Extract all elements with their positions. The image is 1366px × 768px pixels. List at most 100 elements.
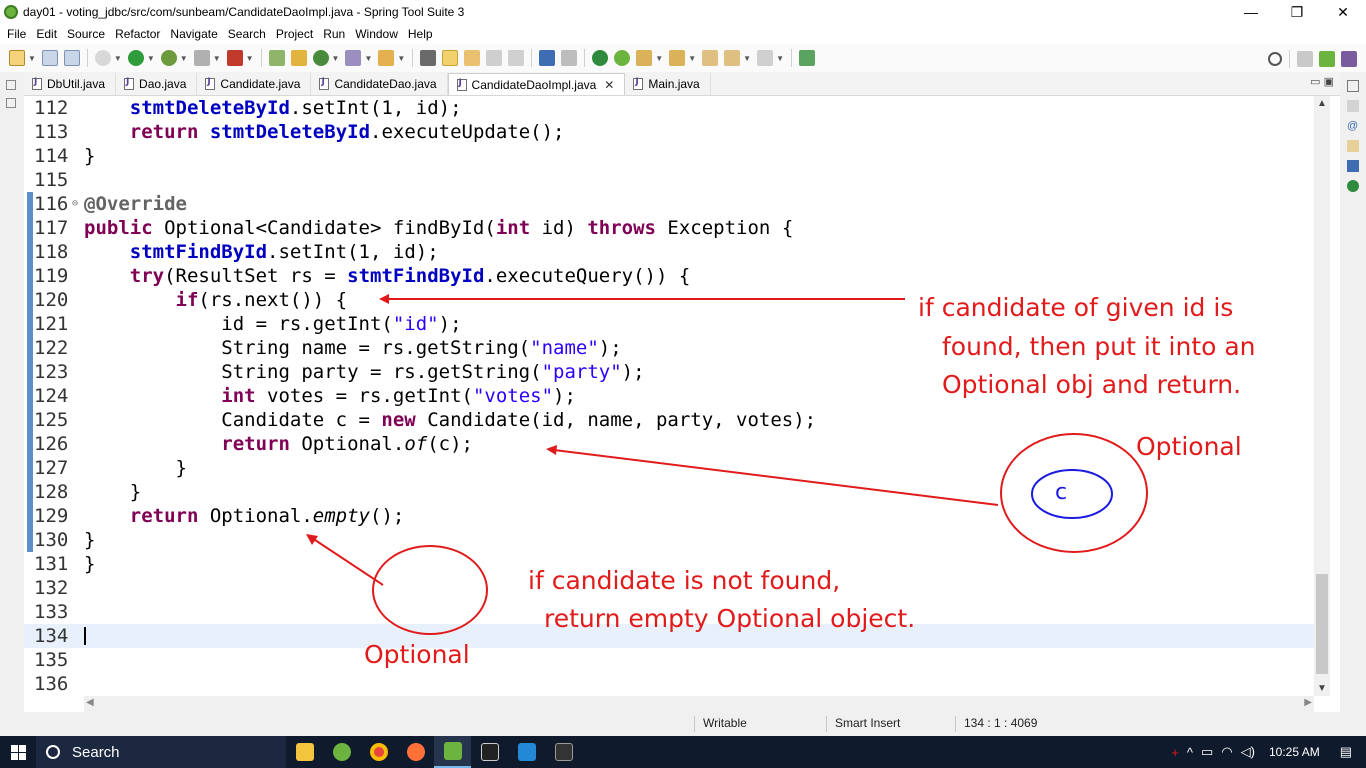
- stop-icon[interactable]: [193, 50, 210, 66]
- declaration-icon[interactable]: [1347, 140, 1359, 152]
- tab-candidatedaoimpl[interactable]: CandidateDaoImpl.java ✕: [447, 73, 626, 95]
- notification-icon[interactable]: ▤: [1340, 744, 1352, 760]
- pin-editor-icon[interactable]: [798, 50, 815, 66]
- chevron-down-icon[interactable]: ▼: [332, 54, 340, 63]
- chevron-down-icon[interactable]: ▼: [114, 54, 122, 63]
- fold-icon[interactable]: ⊖: [72, 192, 78, 216]
- window-controls: — ❐ ✕: [1228, 0, 1366, 24]
- start-button[interactable]: [0, 736, 36, 768]
- next-annotation-icon[interactable]: [636, 50, 653, 66]
- save-icon[interactable]: [41, 50, 58, 66]
- menu-file[interactable]: File: [2, 27, 31, 41]
- scroll-left-icon[interactable]: ◀: [86, 697, 94, 708]
- mark-occurrences-icon[interactable]: [442, 50, 459, 66]
- spring-icon[interactable]: [268, 50, 285, 66]
- menu-refactor[interactable]: Refactor: [110, 27, 165, 41]
- horizontal-scrollbar[interactable]: ◀ ▶: [84, 696, 1314, 712]
- tab-candidate[interactable]: Candidate.java: [197, 73, 312, 95]
- package-explorer-icon[interactable]: [6, 98, 16, 108]
- boot-dashboard-icon[interactable]: [592, 50, 609, 66]
- scroll-right-icon[interactable]: ▶: [1304, 697, 1312, 708]
- previous-annotation-icon[interactable]: [669, 50, 686, 66]
- spring-perspective-icon[interactable]: [1319, 51, 1335, 67]
- back-icon[interactable]: [724, 50, 741, 66]
- boot-dashboard-icon[interactable]: [1347, 180, 1359, 192]
- scroll-down-icon[interactable]: ▼: [1317, 683, 1327, 694]
- chevron-down-icon[interactable]: ▼: [776, 54, 784, 63]
- scrollbar-thumb[interactable]: [1316, 574, 1328, 674]
- new-class-icon[interactable]: [312, 50, 329, 66]
- last-edit-icon[interactable]: [702, 50, 719, 66]
- line-number: 134: [34, 625, 69, 647]
- forward-icon[interactable]: [757, 50, 774, 66]
- taskbar-terminal[interactable]: [471, 736, 508, 768]
- menu-source[interactable]: Source: [62, 27, 110, 41]
- menu-navigate[interactable]: Navigate: [165, 27, 222, 41]
- menu-edit[interactable]: Edit: [31, 27, 62, 41]
- restore-view-icon[interactable]: [6, 80, 16, 90]
- taskbar-chrome[interactable]: [360, 736, 397, 768]
- block-selection-icon[interactable]: [464, 50, 481, 66]
- menu-help[interactable]: Help: [403, 27, 438, 41]
- close-icon[interactable]: ✕: [604, 78, 614, 92]
- chevron-down-icon[interactable]: ▼: [246, 54, 254, 63]
- taskbar-vscode[interactable]: [508, 736, 545, 768]
- menu-project[interactable]: Project: [271, 27, 318, 41]
- open-folder-icon[interactable]: [378, 50, 395, 66]
- maximize-editor-icon[interactable]: ▭ ▣: [1310, 75, 1334, 88]
- taskbar-spring-tool-suite-active[interactable]: [434, 736, 471, 768]
- search-icon[interactable]: [561, 50, 578, 66]
- quick-search-icon[interactable]: [1268, 52, 1282, 66]
- minimize-button[interactable]: —: [1228, 0, 1274, 24]
- battery-icon[interactable]: ▭: [1201, 744, 1213, 760]
- chevron-down-icon[interactable]: ▼: [743, 54, 751, 63]
- tab-dao[interactable]: Dao.java: [116, 73, 198, 95]
- coverage-icon[interactable]: [160, 50, 177, 66]
- volume-icon[interactable]: ◁): [1241, 744, 1255, 760]
- scroll-up-icon[interactable]: ▲: [1317, 98, 1327, 109]
- outline-icon[interactable]: [1347, 100, 1359, 112]
- taskbar-firefox[interactable]: [397, 736, 434, 768]
- menu-run[interactable]: Run: [318, 27, 350, 41]
- open-perspective-icon[interactable]: [1297, 51, 1313, 67]
- show-whitespace-icon[interactable]: [508, 50, 525, 66]
- chevron-down-icon[interactable]: ▼: [364, 54, 372, 63]
- chevron-down-icon[interactable]: ▼: [28, 54, 36, 63]
- taskbar-spring-tool-suite[interactable]: [323, 736, 360, 768]
- javadoc-icon[interactable]: @: [1347, 120, 1359, 132]
- wifi-icon[interactable]: ◠: [1221, 744, 1232, 760]
- save-all-icon[interactable]: [63, 50, 80, 66]
- java-perspective-icon[interactable]: [1341, 51, 1357, 67]
- chevron-up-icon[interactable]: ^: [1187, 745, 1193, 760]
- tab-dbutil[interactable]: DbUtil.java: [24, 73, 117, 95]
- open-type-icon[interactable]: [345, 50, 362, 66]
- new-icon[interactable]: [9, 50, 25, 66]
- vertical-scrollbar[interactable]: ▲ ▼: [1314, 96, 1330, 696]
- spring-boot-icon[interactable]: [614, 50, 631, 66]
- external-tools-icon[interactable]: [226, 50, 243, 66]
- chevron-down-icon[interactable]: ▼: [655, 54, 663, 63]
- tab-main[interactable]: Main.java: [625, 73, 711, 95]
- close-button[interactable]: ✕: [1320, 0, 1366, 24]
- console-icon[interactable]: [539, 50, 556, 66]
- run-icon[interactable]: [127, 50, 144, 66]
- chevron-down-icon[interactable]: ▼: [688, 54, 696, 63]
- tab-candidatedao[interactable]: CandidateDao.java: [311, 73, 448, 95]
- taskbar-search[interactable]: Search: [36, 736, 286, 768]
- console-icon[interactable]: [1347, 160, 1359, 172]
- annotation-icon[interactable]: [420, 50, 437, 66]
- menu-window[interactable]: Window: [350, 27, 403, 41]
- word-wrap-icon[interactable]: [486, 50, 503, 66]
- chevron-down-icon[interactable]: ▼: [180, 54, 188, 63]
- taskbar-cmd[interactable]: [545, 736, 582, 768]
- taskbar-file-explorer[interactable]: [286, 736, 323, 768]
- restore-view-icon[interactable]: [1347, 80, 1359, 92]
- chevron-down-icon[interactable]: ▼: [397, 54, 405, 63]
- chevron-down-icon[interactable]: ▼: [213, 54, 221, 63]
- chevron-down-icon[interactable]: ▼: [147, 54, 155, 63]
- debug-icon[interactable]: [94, 50, 111, 66]
- new-java-project-icon[interactable]: [290, 50, 307, 66]
- restore-button[interactable]: ❐: [1274, 0, 1320, 24]
- clock[interactable]: 10:25 AM: [1269, 745, 1320, 759]
- menu-search[interactable]: Search: [223, 27, 271, 41]
